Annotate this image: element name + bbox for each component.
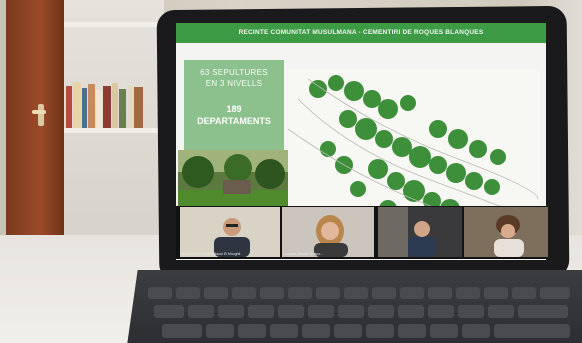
participant-tile[interactable]: Mohammed El Mouddaoui El Moughit xyxy=(180,207,280,257)
info-graves-count: 63 SEPULTURES xyxy=(200,68,268,77)
participant-tile[interactable]: Lourdes Bernat Crespo... xyxy=(282,207,374,257)
shelf-board xyxy=(64,22,164,27)
participant-video xyxy=(180,207,280,257)
info-levels: EN 3 NIVELLS xyxy=(205,79,263,88)
participant-tile[interactable] xyxy=(378,207,462,257)
participant-video xyxy=(464,207,548,257)
participant-name: Lourdes Bernat Crespo... xyxy=(284,252,324,256)
keyboard-keys xyxy=(148,287,570,338)
books xyxy=(66,82,143,128)
participant-name: Mohammed El Mouddaoui El Moughit xyxy=(182,252,241,256)
door-handle xyxy=(32,104,46,126)
info-compartments-label: DEPARTAMENTS xyxy=(197,116,271,126)
photo-scene: RECINTE COMUNITAT MUSULMANA - CEMENTIRI … xyxy=(0,0,582,343)
shelf-board xyxy=(64,128,164,133)
info-compartments-count: 189 xyxy=(226,104,242,114)
participant-tile[interactable] xyxy=(464,207,548,257)
slide-title: RECINTE COMUNITAT MUSULMANA - CEMENTIRI … xyxy=(238,29,484,36)
participant-video xyxy=(378,207,462,257)
cemetery-photo xyxy=(178,150,288,214)
participant-video xyxy=(282,207,374,257)
